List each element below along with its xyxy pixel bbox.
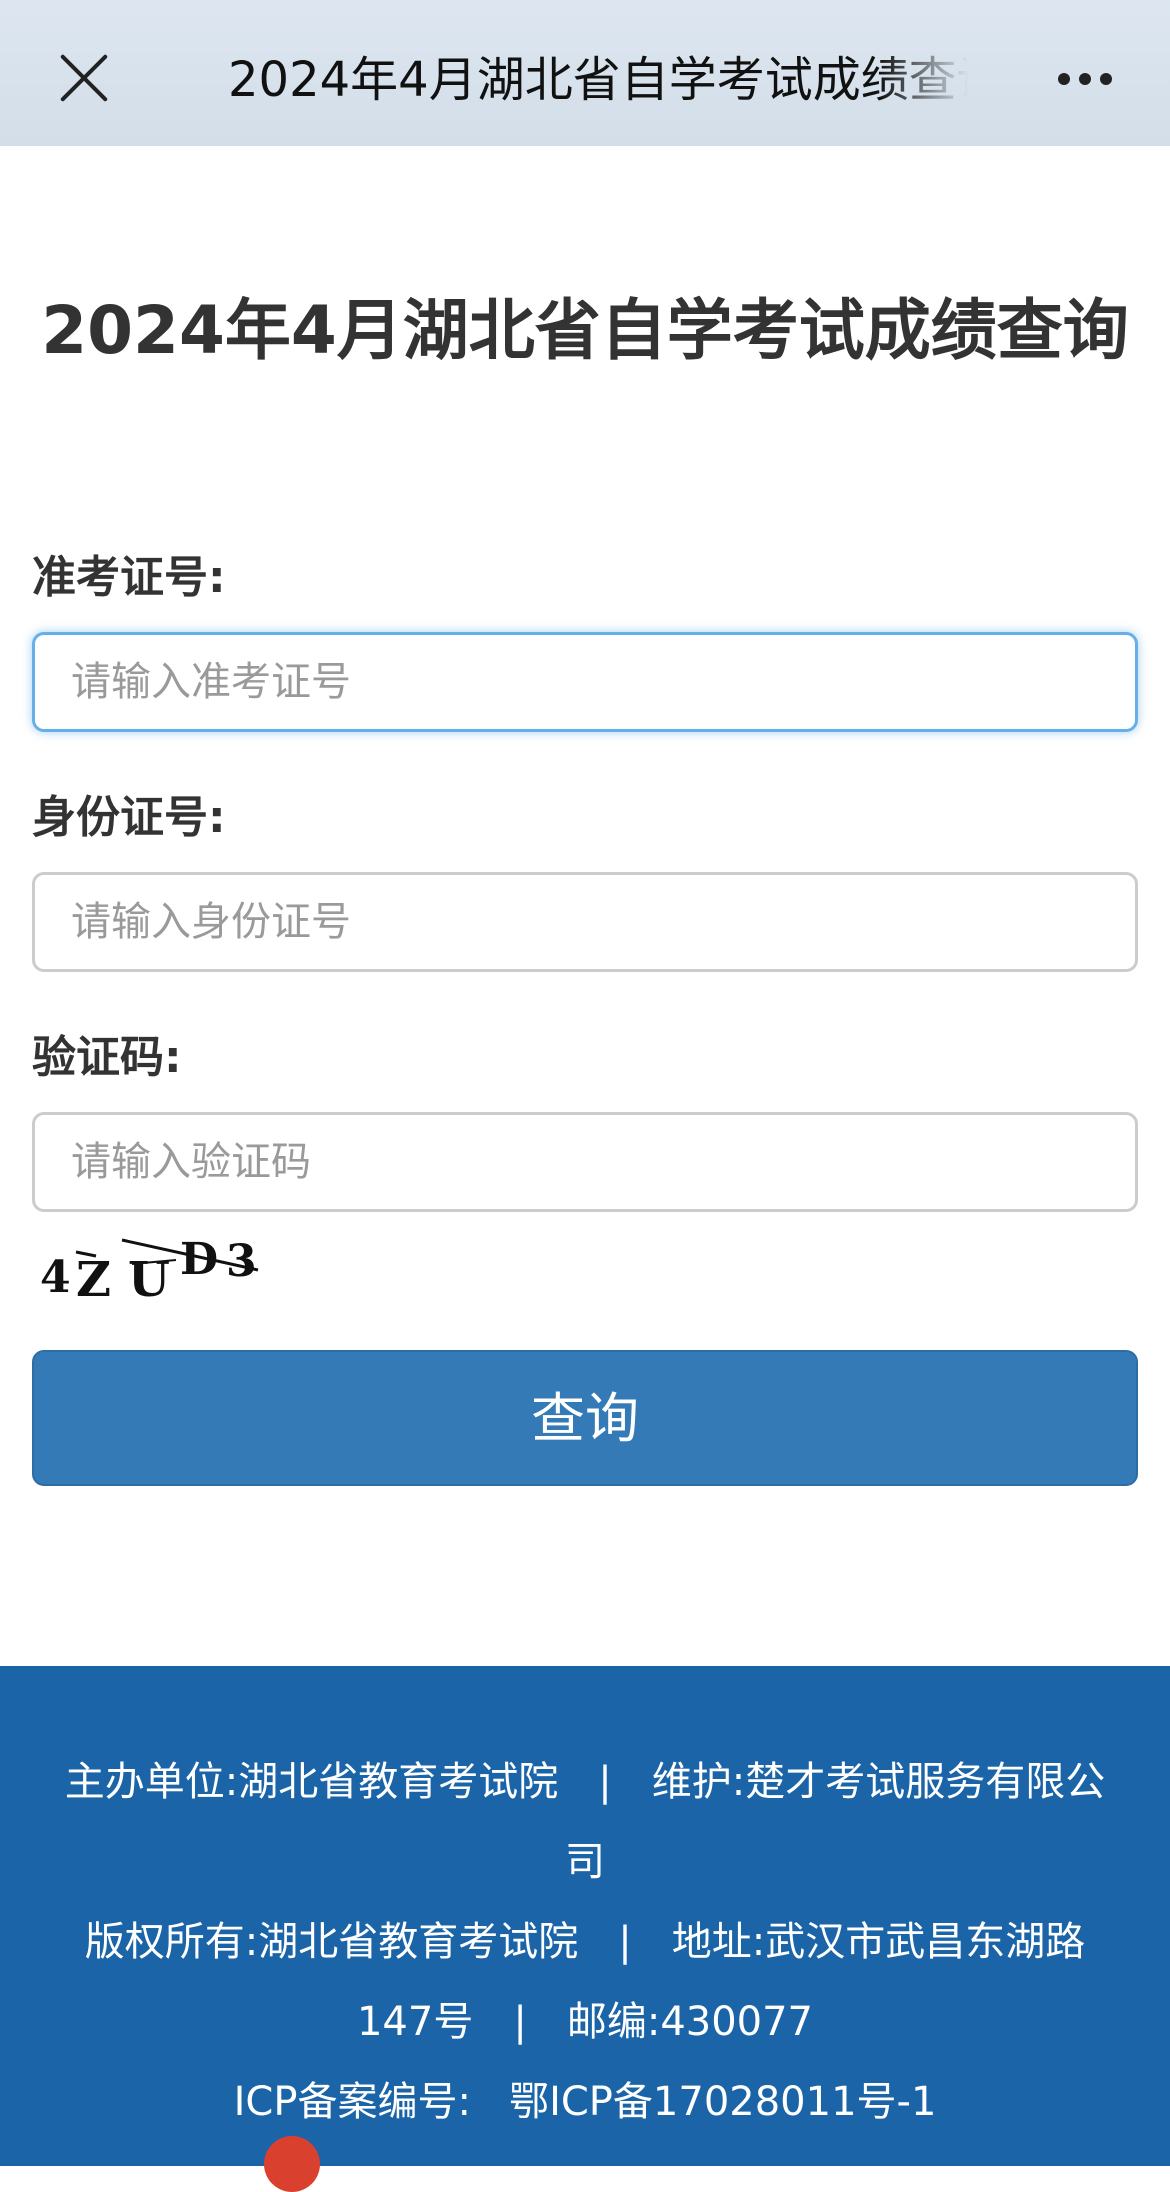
captcha-char: Z (76, 1252, 111, 1298)
maintainer-text: 楚才考试服务有限公司 (565, 1759, 1106, 1885)
admission-number-label: 准考证号: (32, 552, 226, 603)
captcha-label: 验证码: (32, 1032, 182, 1083)
organizer-label: 主办单位: (64, 1759, 239, 1805)
id-number-input[interactable] (32, 872, 1138, 972)
postcode-text: 430077 (660, 1999, 814, 2045)
police-badge-icon (264, 2136, 320, 2192)
footer-line-3: ICP备案编号: 鄂ICP备17028011号-1 (60, 2062, 1110, 2142)
copyright-label: 版权所有: (84, 1919, 259, 1965)
more-options-icon[interactable] (1050, 64, 1120, 94)
page-title: 2024年4月湖北省自学考试成绩查询 (41, 292, 1129, 369)
query-button[interactable]: 查询 (32, 1350, 1138, 1486)
captcha-image[interactable]: 4 Z U D 3 (36, 1234, 264, 1298)
captcha-char: U (128, 1252, 170, 1298)
site-footer: 主办单位:湖北省教育考试院 | 维护:楚才考试服务有限公司 版权所有:湖北省教育考试… (0, 1666, 1170, 2192)
copyright-text: 湖北省教育考试院 (258, 1919, 579, 1965)
footer-separator: | (618, 1919, 632, 1965)
footer-line-1: 主办单位:湖北省教育考试院 | 维护:楚才考试服务有限公司 (60, 1742, 1110, 1902)
footer-separator: | (598, 1759, 612, 1805)
organizer-text: 湖北省教育考试院 (238, 1759, 559, 1805)
captcha-char: 4 (40, 1252, 71, 1298)
top-navigation-bar: 2024年4月湖北省自学考试成绩查询 (0, 0, 1170, 146)
captcha-char: 3 (226, 1236, 257, 1287)
icp-link[interactable]: 鄂ICP备17028011号-1 (509, 2079, 936, 2125)
admission-number-input[interactable] (32, 632, 1138, 732)
captcha-input[interactable] (32, 1112, 1138, 1212)
footer-line-2: 版权所有:湖北省教育考试院 | 地址:武汉市武昌东湖路147号 | 邮编:430077 (60, 1902, 1110, 2062)
close-icon[interactable] (56, 50, 112, 106)
icp-label: ICP备案编号: (233, 2079, 471, 2125)
window-title: 2024年4月湖北省自学考试成绩查询 (228, 52, 968, 108)
maintainer-label: 维护: (651, 1759, 746, 1805)
postcode-label: 邮编: (566, 1999, 661, 2045)
address-label: 地址: (671, 1919, 766, 1965)
footer-separator: | (513, 1999, 527, 2045)
id-number-label: 身份证号: (32, 792, 226, 843)
